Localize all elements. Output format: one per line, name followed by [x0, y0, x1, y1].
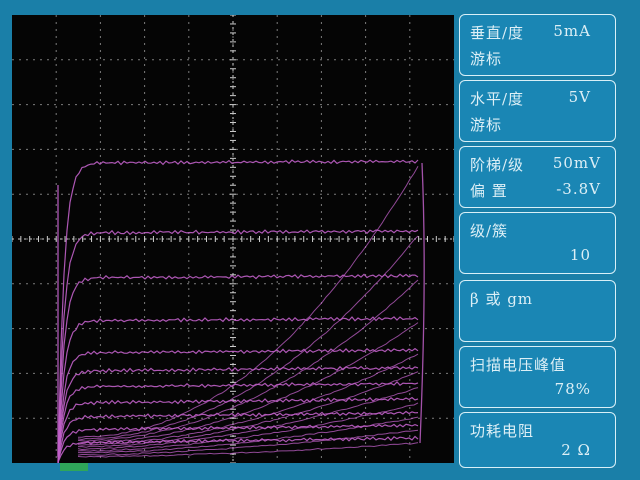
step-generator-panel[interactable]: 阶梯/级 50mV 偏 置 -3.8V [459, 146, 616, 208]
characteristic-curve [57, 159, 419, 463]
return-trace [77, 279, 419, 442]
sweep-voltage-label: 扫描电压峰值 [470, 356, 567, 374]
horizontal-scale-label: 水平/度 [470, 90, 525, 108]
vertical-scale-label: 垂直/度 [470, 24, 525, 42]
horizontal-cursor-label: 游标 [470, 116, 503, 134]
sweep-voltage-value: 78% [554, 380, 591, 398]
return-trace [77, 322, 419, 444]
beta-gm-label: β 或 gm [470, 290, 534, 308]
beta-gm-panel[interactable]: β 或 gm [459, 280, 616, 342]
steps-per-cluster-panel[interactable]: 级/簇 10 [459, 212, 616, 274]
return-trace [77, 235, 419, 441]
horizontal-scale-panel[interactable]: 水平/度 5V 游标 [459, 80, 616, 142]
horizontal-scale-value: 5V [568, 88, 591, 106]
power-resistor-panel[interactable]: 功耗电阻 2 Ω [459, 412, 616, 468]
oscilloscope-screen [12, 15, 454, 463]
step-amplitude-value: 50mV [552, 154, 601, 172]
vertical-scale-panel[interactable]: 垂直/度 5mA 游标 [459, 14, 616, 76]
vertical-cursor-label: 游标 [470, 50, 503, 68]
right-edge-trace [419, 162, 425, 444]
baseline-marker [60, 463, 88, 471]
power-resistor-value: 2 Ω [561, 441, 591, 459]
power-resistor-label: 功耗电阻 [470, 422, 535, 440]
steps-per-cluster-value: 10 [569, 246, 591, 264]
return-trace [78, 166, 419, 438]
offset-label: 偏 置 [470, 182, 508, 200]
steps-per-cluster-label: 级/簇 [470, 222, 509, 240]
offset-value: -3.8V [556, 180, 601, 198]
characteristic-curves-display [12, 15, 454, 463]
sweep-voltage-panel[interactable]: 扫描电压峰值 78% [459, 346, 616, 408]
characteristic-curve [57, 435, 419, 463]
step-amplitude-label: 阶梯/级 [470, 156, 525, 174]
vertical-scale-value: 5mA [553, 22, 591, 40]
